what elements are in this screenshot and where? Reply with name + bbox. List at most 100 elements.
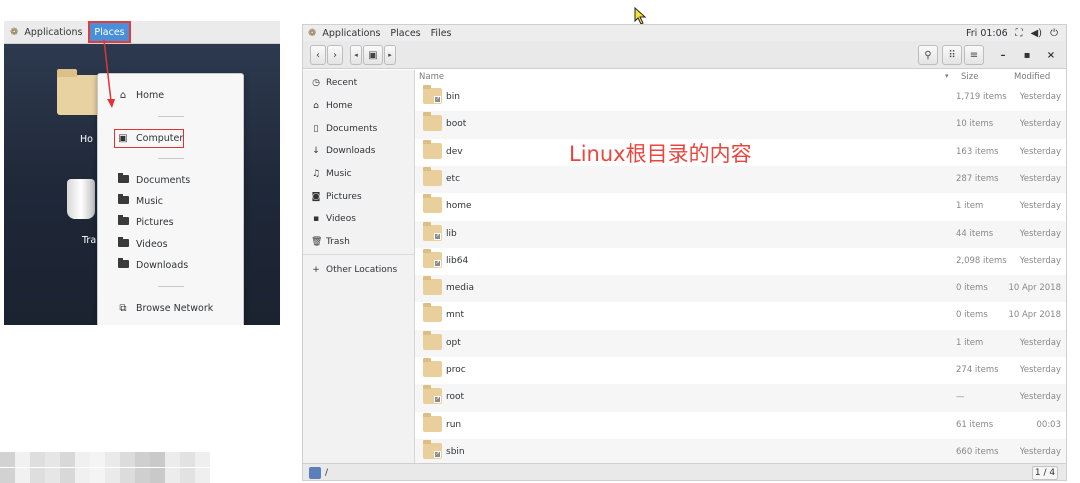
applications-label: Applications bbox=[24, 26, 83, 38]
table-row[interactable]: ↗ root — Yesterday bbox=[415, 384, 1066, 412]
path-scroll-left-button[interactable]: ◂ bbox=[350, 45, 362, 65]
folder-icon bbox=[423, 139, 442, 159]
file-modified: Yesterday bbox=[1019, 146, 1061, 157]
table-row[interactable]: etc 287 items Yesterday bbox=[415, 165, 1066, 194]
minimize-button[interactable]: – bbox=[994, 46, 1012, 64]
files-app-menu[interactable]: Files bbox=[426, 25, 457, 41]
menu-button[interactable]: ≡ bbox=[964, 45, 984, 65]
view-toggle-button[interactable]: ⠿ bbox=[942, 45, 962, 65]
menu-item-label: Pictures bbox=[136, 216, 174, 228]
menu-item-label: Videos bbox=[136, 238, 168, 250]
search-button[interactable]: ⚲ bbox=[918, 45, 938, 65]
folder-icon bbox=[423, 194, 442, 214]
sidebar-item-label: Home bbox=[326, 101, 353, 111]
blur-block bbox=[75, 452, 90, 467]
close-icon: × bbox=[1046, 49, 1056, 61]
back-button[interactable]: ‹ bbox=[310, 45, 326, 65]
applications-menu[interactable]: ❁ Applications bbox=[303, 25, 385, 41]
file-name: bin bbox=[446, 92, 460, 102]
sidebar-item-music[interactable]: ♫ Music bbox=[311, 167, 352, 181]
status-bar: / 1 / 4 bbox=[303, 463, 1066, 480]
menu-item-home[interactable]: ⌂ Home bbox=[117, 87, 164, 103]
file-size: 287 items bbox=[956, 173, 999, 184]
menu-item-computer[interactable]: ▣ Computer bbox=[117, 130, 183, 146]
sidebar-item-home[interactable]: ⌂ Home bbox=[311, 99, 353, 113]
blur-block bbox=[150, 452, 165, 467]
file-size: 44 items bbox=[956, 228, 994, 239]
top-bar: ❁ Applications Places bbox=[4, 21, 280, 44]
menu-item-browse-network[interactable]: ⧉ Browse Network bbox=[117, 300, 213, 316]
table-row[interactable]: mnt 0 items 10 Apr 2018 bbox=[415, 302, 1066, 330]
table-row[interactable]: ↗ lib64 2,098 items Yesterday bbox=[415, 247, 1066, 276]
disk-icon bbox=[309, 467, 321, 479]
table-row[interactable]: home 1 item Yesterday bbox=[415, 193, 1066, 221]
blur-block bbox=[0, 467, 15, 483]
column-size[interactable]: Size bbox=[961, 72, 978, 82]
blur-block bbox=[15, 467, 30, 483]
file-name: proc bbox=[446, 365, 466, 375]
column-modified[interactable]: Modified bbox=[1014, 72, 1050, 82]
column-name[interactable]: Name bbox=[419, 72, 444, 82]
table-row[interactable]: run 61 items 00:03 bbox=[415, 411, 1066, 439]
system-tray[interactable]: ⛶ ◀) ⏻ bbox=[1015, 25, 1058, 41]
forward-button[interactable]: › bbox=[327, 45, 343, 65]
sidebar-item-other-locations[interactable]: + Other Locations bbox=[311, 263, 397, 277]
table-row[interactable]: ↗ bin 1,719 items Yesterday bbox=[415, 84, 1066, 112]
sidebar-item-label: Other Locations bbox=[326, 265, 398, 275]
maximize-button[interactable]: ▪ bbox=[1018, 46, 1036, 64]
search-icon: ⚲ bbox=[924, 49, 932, 61]
files-window: ❁ Applications Places Files Fri 01:06 ⛶ … bbox=[302, 24, 1067, 481]
blur-block bbox=[135, 467, 150, 483]
table-row[interactable]: boot 10 items Yesterday bbox=[415, 111, 1066, 139]
applications-label: Applications bbox=[322, 27, 381, 39]
applications-icon: ❁ bbox=[10, 26, 19, 38]
file-modified: Yesterday bbox=[1019, 392, 1061, 403]
table-row[interactable]: opt 1 item Yesterday bbox=[415, 329, 1066, 357]
table-row[interactable]: proc 274 items Yesterday bbox=[415, 357, 1066, 385]
places-dropdown: ⌂ Home ▣ Computer Documents Music Pictur… bbox=[97, 73, 244, 325]
file-modified: Yesterday bbox=[1019, 173, 1061, 184]
menu-item-label: Home bbox=[136, 89, 165, 101]
path-scroll-right-button[interactable]: ▸ bbox=[384, 45, 396, 65]
places-label: Places bbox=[390, 27, 421, 39]
table-row[interactable]: ↗ lib 44 items Yesterday bbox=[415, 220, 1066, 248]
sidebar-item-label: Music bbox=[326, 169, 352, 179]
home-icon: ⌂ bbox=[119, 89, 127, 101]
file-name: media bbox=[446, 283, 475, 294]
folder-icon bbox=[117, 236, 129, 250]
camera-icon: ◙ bbox=[311, 192, 321, 202]
file-name: home bbox=[446, 201, 472, 212]
menu-item-videos[interactable]: Videos bbox=[117, 236, 168, 252]
places-menu-button[interactable]: Places bbox=[385, 25, 425, 41]
file-name: lib64 bbox=[446, 255, 469, 266]
clock[interactable]: Fri 01:06 bbox=[966, 25, 1008, 41]
places-label: Places bbox=[94, 26, 125, 38]
menu-item-music[interactable]: Music bbox=[117, 193, 163, 209]
symlink-badge-icon: ↗ bbox=[434, 450, 441, 458]
blur-block bbox=[45, 467, 60, 483]
sidebar-item-videos[interactable]: ▪ Videos bbox=[311, 212, 356, 226]
download-icon: ↓ bbox=[312, 146, 320, 156]
sidebar-item-trash[interactable]: 🗑 Trash bbox=[311, 235, 350, 249]
table-row[interactable]: media 0 items 10 Apr 2018 bbox=[415, 275, 1066, 303]
maximize-icon: ▪ bbox=[1023, 49, 1031, 61]
file-size: 1,719 items bbox=[956, 92, 1007, 102]
file-modified: Yesterday bbox=[1019, 92, 1061, 102]
menu-item-pictures[interactable]: Pictures bbox=[117, 214, 174, 230]
sidebar-item-pictures[interactable]: ◙ Pictures bbox=[311, 190, 362, 204]
places-menu-button[interactable]: Places bbox=[88, 21, 131, 43]
path-root-button[interactable]: ▣ bbox=[363, 45, 383, 65]
sort-down-icon[interactable]: ▾ bbox=[945, 72, 949, 80]
folder-icon bbox=[423, 303, 442, 323]
sidebar-item-recent[interactable]: ◷ Recent bbox=[311, 76, 357, 90]
chevron-right-icon: › bbox=[333, 49, 337, 61]
menu-item-downloads[interactable]: Downloads bbox=[117, 257, 188, 273]
sidebar-item-documents[interactable]: ▯ Documents bbox=[311, 122, 378, 136]
trash-icon bbox=[67, 179, 95, 219]
file-name: mnt bbox=[446, 310, 464, 321]
menu-item-documents[interactable]: Documents bbox=[117, 172, 190, 188]
close-button[interactable]: × bbox=[1042, 46, 1060, 64]
applications-menu[interactable]: ❁ Applications bbox=[4, 21, 88, 43]
sidebar-item-downloads[interactable]: ↓ Downloads bbox=[311, 144, 375, 158]
symlink-badge-icon: ↗ bbox=[434, 396, 441, 404]
